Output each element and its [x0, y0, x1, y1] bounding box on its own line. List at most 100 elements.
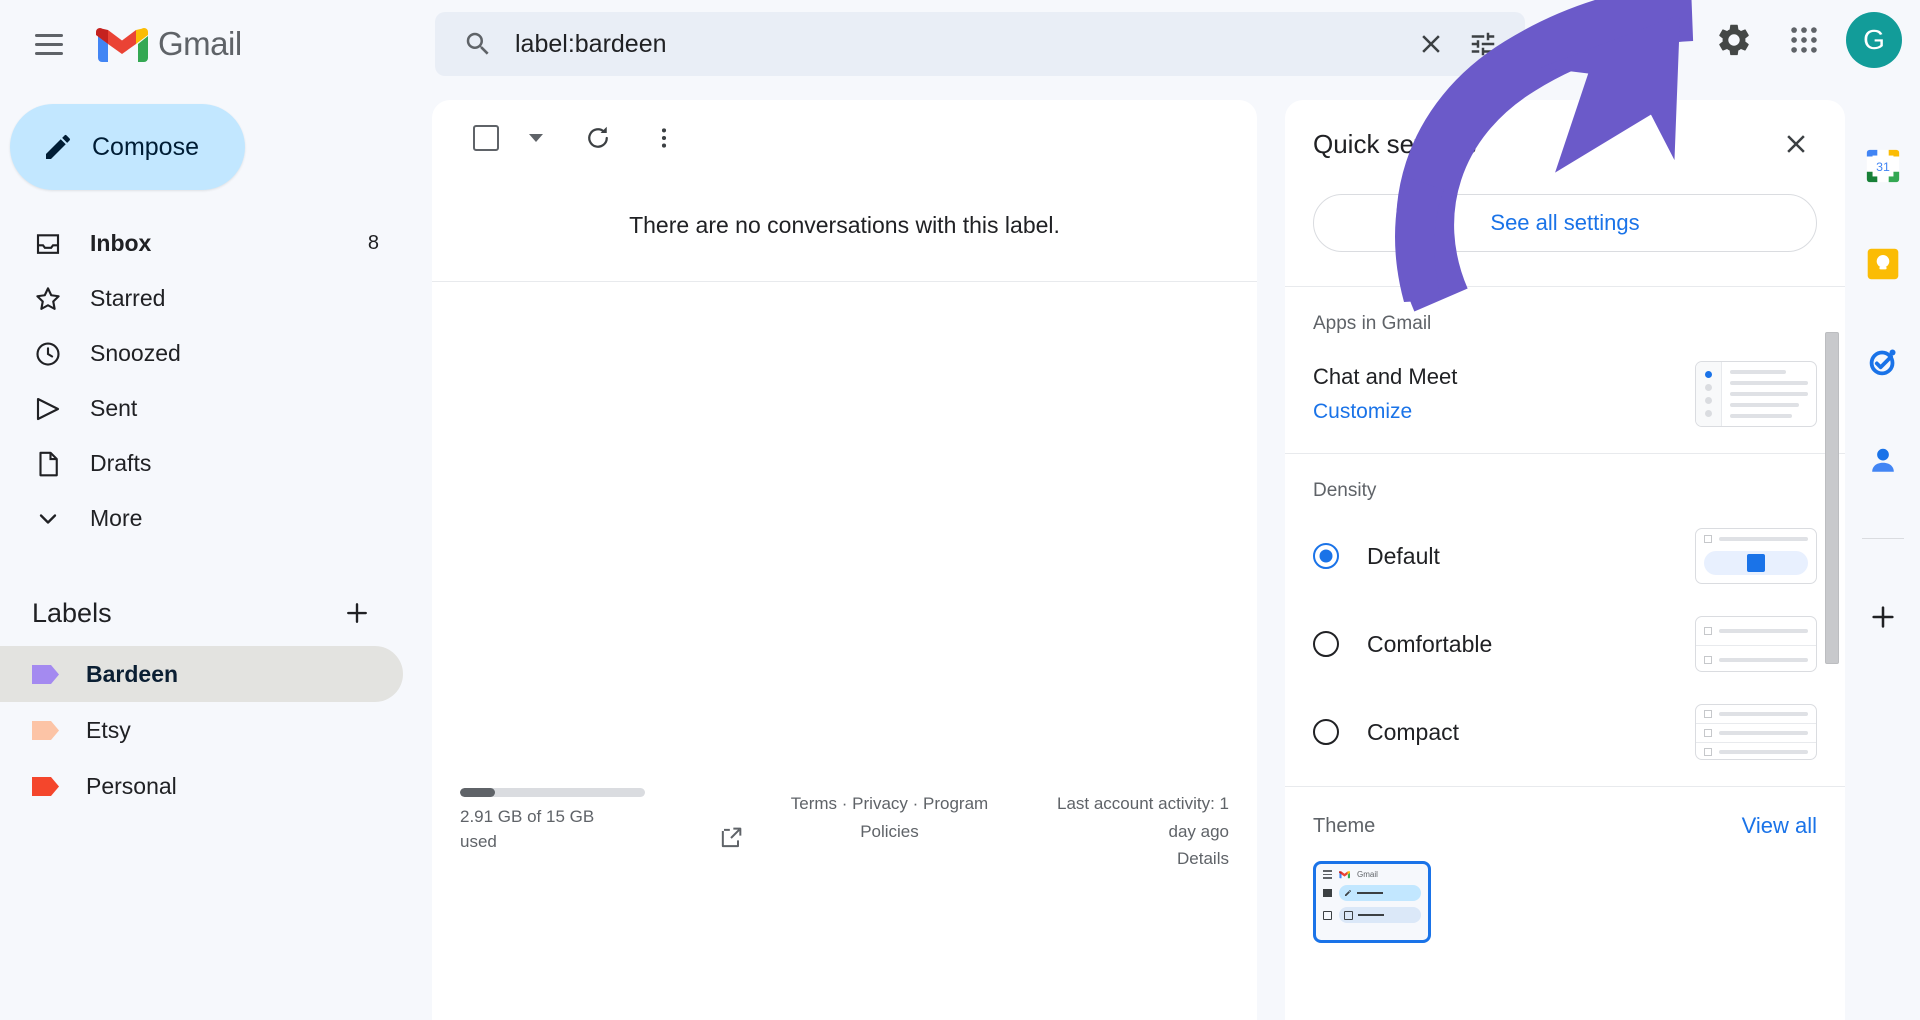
chevron-down-icon [529, 134, 543, 142]
search-options-button[interactable] [1457, 18, 1509, 70]
radio-comfortable[interactable] [1313, 631, 1339, 657]
gear-icon [1719, 24, 1749, 56]
chat-icon [1323, 910, 1332, 920]
refresh-button[interactable] [572, 112, 624, 164]
preview-line [1719, 750, 1808, 754]
more-options-button[interactable] [638, 112, 690, 164]
compose-label: Compose [92, 132, 199, 161]
empty-state-message: There are no conversations with this lab… [432, 176, 1257, 282]
sidebar-item-more[interactable]: More [0, 491, 403, 546]
select-all-checkbox[interactable] [460, 112, 512, 164]
sidebar-label-etsy[interactable]: Etsy [0, 702, 403, 758]
mail-list-card: There are no conversations with this lab… [432, 100, 1257, 1020]
add-side-panel-app-button[interactable] [1863, 597, 1903, 637]
quick-settings-header: Quick settings [1285, 100, 1845, 188]
chevron-down-icon [32, 505, 64, 533]
sidebar-item-snoozed[interactable]: Snoozed [0, 326, 403, 381]
preview-line [1730, 403, 1799, 407]
preview-rail [1696, 362, 1722, 426]
add-label-button[interactable] [340, 596, 374, 630]
preview-checkbox [1704, 710, 1712, 718]
google-keep-icon[interactable] [1863, 244, 1903, 284]
search-options-icon [1471, 32, 1495, 56]
search-bar[interactable] [435, 12, 1525, 76]
labels-title: Labels [32, 597, 112, 628]
density-preview-default [1695, 528, 1817, 584]
checkbox-icon [1344, 910, 1353, 920]
preview-checkbox [1704, 656, 1712, 664]
theme-thumb-list-pill [1339, 907, 1421, 923]
preview-line [1730, 370, 1787, 374]
radio-compact[interactable] [1313, 719, 1339, 745]
search-input[interactable] [493, 29, 1405, 59]
quick-settings-title: Quick settings [1313, 128, 1477, 159]
theme-thumbnail-default[interactable]: Gmail [1313, 861, 1431, 943]
details-link[interactable]: Details [1003, 845, 1229, 872]
avatar-initial: G [1863, 24, 1885, 55]
preview-line [1719, 537, 1808, 541]
select-dropdown-button[interactable] [520, 112, 550, 164]
svg-text:31: 31 [1876, 160, 1890, 174]
google-contacts-icon[interactable] [1863, 440, 1903, 480]
storage-bar-fill [460, 788, 496, 798]
customize-link[interactable]: Customize [1313, 400, 1457, 424]
density-option-comfortable[interactable]: Comfortable [1313, 616, 1817, 672]
labels-header: Labels [0, 580, 410, 646]
density-label: Compact [1367, 718, 1460, 745]
preview-checkbox [1704, 535, 1712, 543]
theme-view-all-link[interactable]: View all [1742, 813, 1817, 839]
apps-grid-icon [1791, 27, 1817, 53]
pencil-icon [1345, 889, 1352, 896]
theme-thumb-dash [1357, 892, 1383, 894]
density-compact-left: Compact [1313, 719, 1459, 746]
brand[interactable]: Gmail [96, 24, 242, 64]
preview-dot [1705, 397, 1712, 404]
sidebar-item-starred[interactable]: Starred [0, 271, 403, 326]
refresh-icon [588, 126, 608, 148]
sidebar-label-text: Etsy [86, 716, 131, 743]
inbox-icon [32, 229, 64, 259]
theme-thumb-compose-pill [1339, 885, 1421, 901]
density-preview-comfortable [1695, 616, 1817, 672]
rail-divider [1861, 538, 1904, 539]
theme-section-title: Theme [1313, 814, 1376, 837]
storage-info: 2.91 GB of 15 GB used [460, 788, 686, 872]
sidebar-label-personal[interactable]: Personal [0, 758, 403, 814]
density-option-compact[interactable]: Compact [1313, 704, 1817, 760]
preview-line [1730, 381, 1808, 385]
policies-line[interactable]: Policies [776, 818, 1002, 845]
sidebar-item-count: 8 [367, 232, 379, 254]
preview-lines [1722, 362, 1816, 426]
google-tasks-icon[interactable] [1863, 342, 1903, 382]
preview-row [1696, 617, 1816, 645]
quick-settings-panel: Quick settings See all settings Apps in … [1285, 100, 1845, 1020]
storage-text: 2.91 GB of 15 GB used [460, 807, 595, 852]
plus-icon [1871, 606, 1894, 628]
hamburger-icon [1323, 870, 1332, 879]
google-calendar-icon[interactable]: 31 [1863, 146, 1903, 186]
apps-button[interactable] [1776, 12, 1832, 68]
search-clear-button[interactable] [1405, 18, 1457, 70]
density-section-title: Density [1313, 480, 1377, 501]
hamburger-icon[interactable] [20, 15, 78, 73]
sidebar-item-inbox[interactable]: Inbox 8 [0, 216, 403, 271]
quick-settings-close-button[interactable] [1773, 121, 1819, 167]
storage-external-link[interactable] [686, 788, 776, 872]
radio-default[interactable] [1313, 543, 1339, 569]
avatar[interactable]: G [1846, 12, 1902, 68]
sidebar-label-bardeen[interactable]: Bardeen [0, 646, 403, 702]
hamburger-bar [35, 42, 63, 46]
settings-button[interactable] [1706, 12, 1762, 68]
sidebar-item-drafts[interactable]: Drafts [0, 436, 403, 491]
preview-row [1696, 529, 1816, 549]
apps-section-title: Apps in Gmail [1313, 313, 1432, 334]
density-option-default[interactable]: Default [1313, 528, 1817, 584]
quick-settings-scrollbar[interactable] [1825, 332, 1839, 664]
sidebar-item-sent[interactable]: Sent [0, 381, 403, 436]
terms-privacy-line[interactable]: Terms · Privacy · Program [776, 790, 1002, 817]
preview-checkbox [1704, 748, 1712, 756]
see-all-settings-button[interactable]: See all settings [1313, 194, 1817, 252]
theme-thumb-row-list [1323, 907, 1421, 923]
search-icon[interactable] [463, 29, 493, 59]
compose-button[interactable]: Compose [10, 104, 245, 190]
